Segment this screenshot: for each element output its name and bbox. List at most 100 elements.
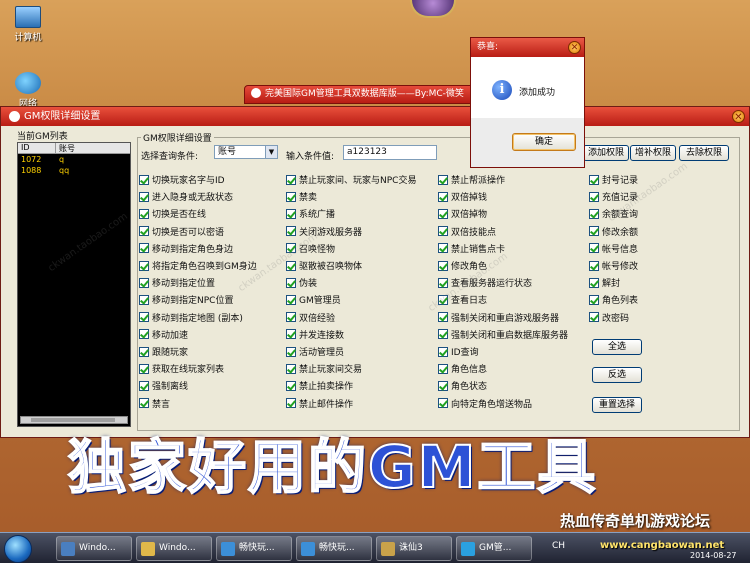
taskbar-item[interactable]: 诛仙3 [376,536,452,561]
checkbox-checked-icon[interactable] [438,191,448,202]
permission-checkbox[interactable]: 移动到指定角色身边 [139,242,233,255]
permission-checkbox[interactable]: 双倍技能点 [438,225,496,238]
permission-checkbox[interactable]: 驱散被召唤物体 [286,259,362,272]
permission-checkbox[interactable]: 获取在线玩家列表 [139,362,224,375]
permission-checkbox[interactable]: 移动加速 [139,328,188,341]
permission-checkbox[interactable]: 修改角色 [438,259,487,272]
permission-checkbox[interactable]: 移动到指定地图 (副本) [139,311,243,324]
permission-checkbox[interactable]: 跟随玩家 [139,345,188,358]
permission-checkbox[interactable]: 封号记录 [589,173,638,186]
permission-checkbox[interactable]: 强制关闭和重启数据库服务器 [438,328,568,341]
permission-checkbox[interactable]: 查看服务器运行状态 [438,276,532,289]
clock-date[interactable]: 2014-08-27 [690,551,737,560]
permission-checkbox[interactable]: 切换是否可以密语 [139,225,224,238]
permission-checkbox[interactable]: 帐号信息 [589,242,638,255]
list-item[interactable]: 1088 qq [18,165,130,176]
checkbox-checked-icon[interactable] [589,260,599,271]
reset-selection-button[interactable]: 重置选择 [592,397,642,413]
checkbox-checked-icon[interactable] [589,174,599,185]
permission-checkbox[interactable]: 禁止拍卖操作 [286,379,353,392]
checkbox-checked-icon[interactable] [589,294,599,305]
language-indicator[interactable]: CH [552,541,565,551]
supplement-permission-button[interactable]: 增补权限 [630,145,676,161]
permission-checkbox[interactable]: 进入隐身或无敌状态 [139,190,233,203]
checkbox-checked-icon[interactable] [438,260,448,271]
checkbox-checked-icon[interactable] [286,398,296,409]
checkbox-checked-icon[interactable] [286,191,296,202]
permission-checkbox[interactable]: 帐号修改 [589,259,638,272]
checkbox-checked-icon[interactable] [438,226,448,237]
list-item[interactable]: 1072 q [18,154,130,165]
permission-checkbox[interactable]: 移动到指定位置 [139,276,215,289]
desktop-icon-network[interactable]: 网络 [6,72,50,109]
checkbox-checked-icon[interactable] [589,208,599,219]
query-select[interactable]: 账号 ▼ [214,145,278,159]
window-close-button[interactable]: ✕ [732,110,745,123]
permission-checkbox[interactable]: 修改余额 [589,225,638,238]
checkbox-checked-icon[interactable] [139,243,149,254]
permission-checkbox[interactable]: 禁止玩家间、玩家与NPC交易 [286,173,416,186]
checkbox-checked-icon[interactable] [286,312,296,323]
checkbox-checked-icon[interactable] [286,174,296,185]
remove-permission-button[interactable]: 去除权限 [679,145,729,161]
checkbox-checked-icon[interactable] [438,346,448,357]
checkbox-checked-icon[interactable] [438,208,448,219]
checkbox-checked-icon[interactable] [286,277,296,288]
permission-checkbox[interactable]: 充值记录 [589,190,638,203]
select-all-button[interactable]: 全选 [592,339,642,355]
checkbox-checked-icon[interactable] [286,260,296,271]
checkbox-checked-icon[interactable] [286,380,296,391]
permission-checkbox[interactable]: 禁卖 [286,190,317,203]
checkbox-checked-icon[interactable] [139,380,149,391]
checkbox-checked-icon[interactable] [589,243,599,254]
permission-checkbox[interactable]: 查看日志 [438,293,487,306]
taskbar-item[interactable]: Windo... [136,536,212,561]
taskbar-item[interactable]: 畅快玩... [216,536,292,561]
checkbox-checked-icon[interactable] [438,363,448,374]
permission-checkbox[interactable]: 改密码 [589,311,629,324]
permission-checkbox[interactable]: 解封 [589,276,620,289]
checkbox-checked-icon[interactable] [589,226,599,237]
permission-checkbox[interactable]: 切换玩家名字与ID [139,173,225,186]
checkbox-checked-icon[interactable] [589,312,599,323]
permission-checkbox[interactable]: ID查询 [438,345,479,358]
checkbox-checked-icon[interactable] [139,260,149,271]
permission-checkbox[interactable]: 禁言 [139,397,170,410]
condition-input[interactable]: a123123 [343,145,437,160]
checkbox-checked-icon[interactable] [589,191,599,202]
checkbox-checked-icon[interactable] [139,226,149,237]
checkbox-checked-icon[interactable] [438,174,448,185]
permission-checkbox[interactable]: 禁止销售点卡 [438,242,505,255]
permission-checkbox[interactable]: 召唤怪物 [286,242,335,255]
checkbox-checked-icon[interactable] [286,363,296,374]
taskbar-item[interactable]: GM管... [456,536,532,561]
permission-checkbox[interactable]: 将指定角色召唤到GM身边 [139,259,257,272]
permission-checkbox[interactable]: 禁止帮派操作 [438,173,505,186]
checkbox-checked-icon[interactable] [286,346,296,357]
taskbar-item[interactable]: 畅快玩... [296,536,372,561]
checkbox-checked-icon[interactable] [438,329,448,340]
permission-checkbox[interactable]: 切换是否在线 [139,207,206,220]
column-header-account[interactable]: 账号 [56,143,75,153]
permission-checkbox[interactable]: 系统广播 [286,207,335,220]
checkbox-checked-icon[interactable] [438,312,448,323]
checkbox-checked-icon[interactable] [286,243,296,254]
permission-checkbox[interactable]: 双倍经验 [286,311,335,324]
permission-checkbox[interactable]: 双倍掉钱 [438,190,487,203]
chevron-down-icon[interactable]: ▼ [265,146,277,158]
permission-checkbox[interactable]: 角色状态 [438,379,487,392]
permission-checkbox[interactable]: 角色列表 [589,293,638,306]
permission-checkbox[interactable]: 关闭游戏服务器 [286,225,362,238]
checkbox-checked-icon[interactable] [438,243,448,254]
dialog-close-button[interactable]: ✕ [568,41,581,54]
checkbox-checked-icon[interactable] [438,380,448,391]
permission-checkbox[interactable]: 伪装 [286,276,317,289]
permission-checkbox[interactable]: 并发连接数 [286,328,344,341]
checkbox-checked-icon[interactable] [438,277,448,288]
permission-checkbox[interactable]: 强制关闭和重启游戏服务器 [438,311,559,324]
invert-selection-button[interactable]: 反选 [592,367,642,383]
permission-checkbox[interactable]: 余额查询 [589,207,638,220]
desktop-icon-computer[interactable]: 计算机 [6,6,50,43]
taskbar-item[interactable]: Windo... [56,536,132,561]
gm-list[interactable]: ID 账号 1072 q 1088 qq [17,142,131,427]
